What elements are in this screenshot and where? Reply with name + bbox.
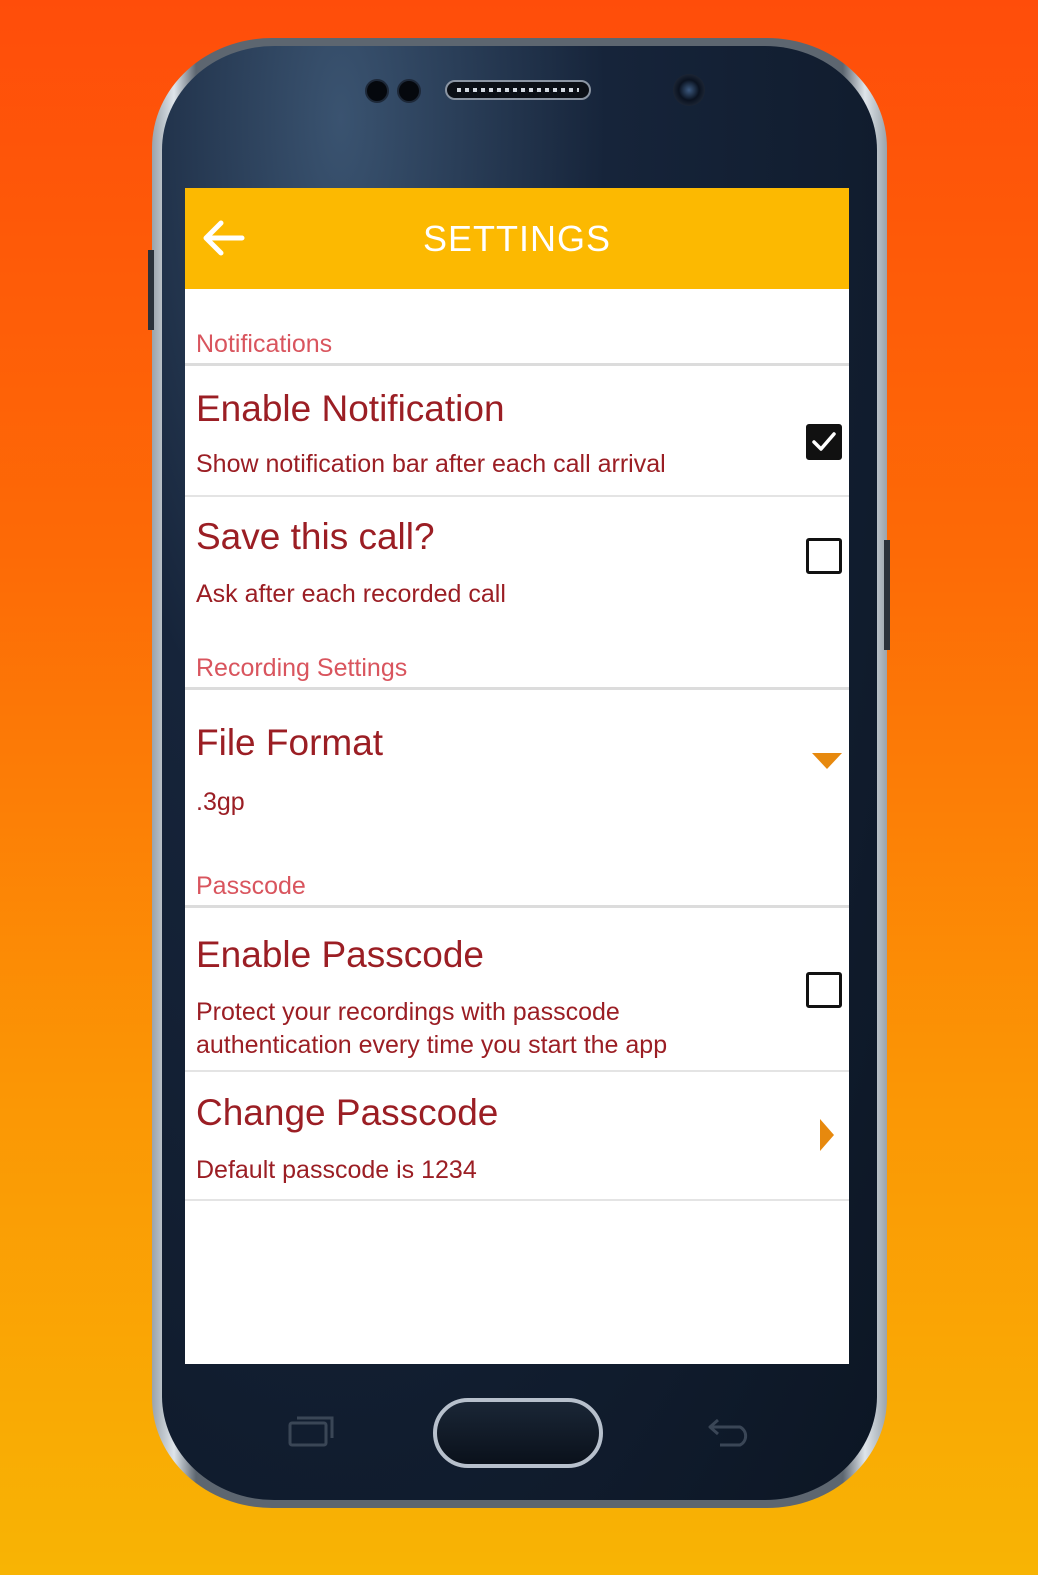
setting-enable-notification[interactable]: Enable Notification Show notification ba… bbox=[185, 366, 849, 494]
divider bbox=[185, 1199, 849, 1201]
recents-icon[interactable] bbox=[287, 1414, 335, 1448]
save-call-checkbox[interactable] bbox=[806, 538, 842, 574]
setting-subtitle: authentication every time you start the … bbox=[196, 1031, 668, 1059]
section-header-passcode: Passcode bbox=[196, 872, 306, 900]
setting-title: Change Passcode bbox=[196, 1092, 499, 1133]
light-sensor bbox=[397, 79, 421, 103]
setting-title: Save this call? bbox=[196, 516, 435, 557]
chevron-right-icon[interactable] bbox=[819, 1118, 835, 1152]
setting-title: Enable Notification bbox=[196, 388, 505, 429]
file-format-value: .3gp bbox=[196, 788, 245, 816]
setting-subtitle: Ask after each recorded call bbox=[196, 580, 506, 608]
power-button bbox=[884, 540, 890, 650]
setting-change-passcode[interactable]: Change Passcode Default passcode is 1234 bbox=[185, 1072, 849, 1198]
enable-notification-checkbox[interactable] bbox=[806, 424, 842, 460]
setting-subtitle: Show notification bar after each call ar… bbox=[196, 450, 666, 478]
back-key-icon[interactable] bbox=[706, 1414, 754, 1448]
setting-title: File Format bbox=[196, 722, 384, 763]
setting-save-call[interactable]: Save this call? Ask after each recorded … bbox=[185, 498, 849, 626]
section-header-recording: Recording Settings bbox=[196, 654, 408, 682]
checkmark-icon bbox=[812, 432, 836, 451]
section-header-notifications: Notifications bbox=[196, 330, 333, 358]
earpiece-speaker bbox=[445, 80, 591, 100]
volume-button bbox=[148, 250, 154, 330]
setting-file-format[interactable]: File Format .3gp bbox=[185, 690, 849, 850]
dropdown-triangle-icon[interactable] bbox=[811, 752, 843, 770]
setting-title: Enable Passcode bbox=[196, 934, 484, 975]
setting-subtitle: Protect your recordings with passcode bbox=[196, 998, 620, 1026]
enable-passcode-checkbox[interactable] bbox=[806, 972, 842, 1008]
home-button[interactable] bbox=[433, 1398, 603, 1468]
divider bbox=[185, 495, 849, 497]
setting-enable-passcode[interactable]: Enable Passcode Protect your recordings … bbox=[185, 908, 849, 1070]
app-screen: SETTINGS Notifications Enable Notificati… bbox=[185, 188, 849, 1364]
app-bar: SETTINGS bbox=[185, 188, 849, 289]
setting-subtitle: Default passcode is 1234 bbox=[196, 1156, 477, 1184]
proximity-sensor bbox=[365, 79, 389, 103]
page-title: SETTINGS bbox=[422, 218, 612, 259]
front-camera bbox=[673, 74, 705, 106]
